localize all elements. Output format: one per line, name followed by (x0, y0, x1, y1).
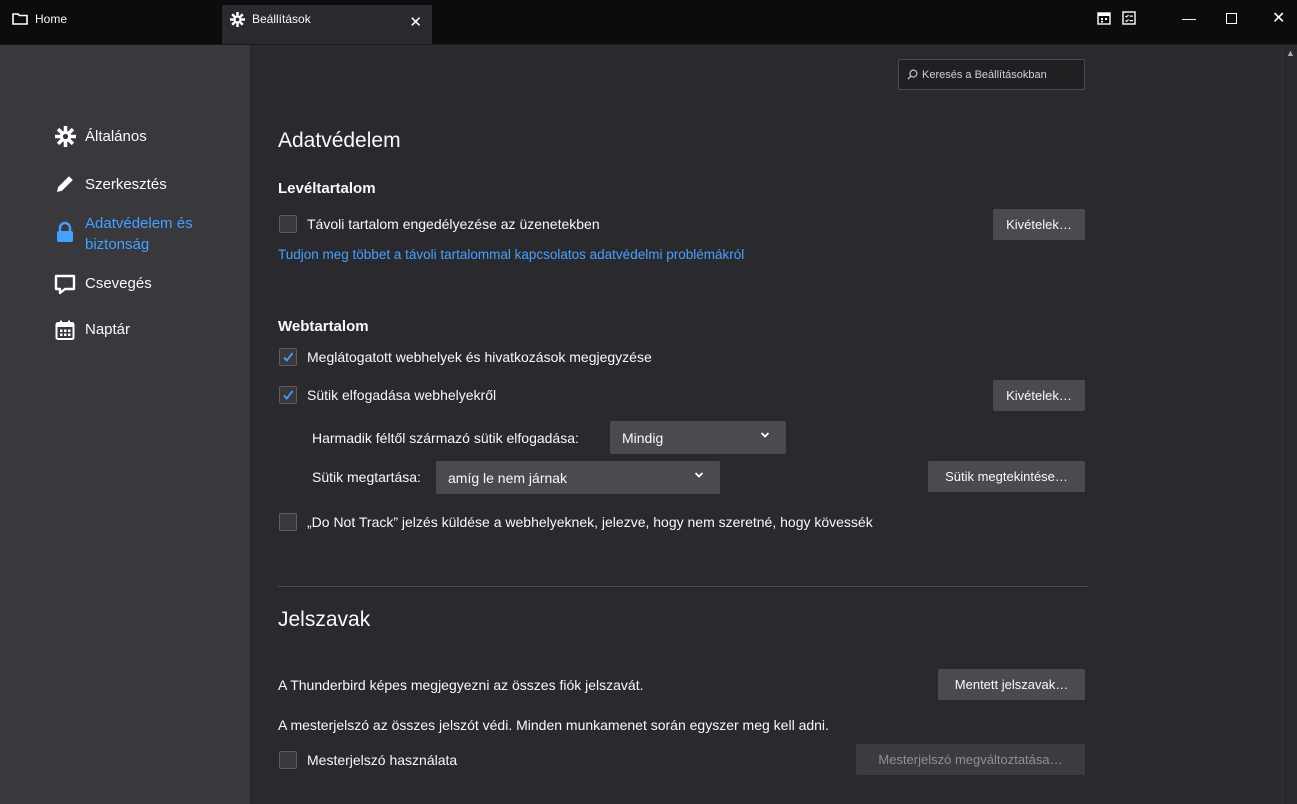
chat-icon (54, 273, 76, 295)
accept-cookies-checkbox[interactable] (279, 386, 297, 404)
calendar-toolbar-icon[interactable] (1097, 11, 1111, 25)
accept-cookies-row[interactable]: Sütik elfogadása webhelyekről (279, 386, 496, 404)
gear-icon (230, 12, 245, 27)
remote-content-label: Távoli tartalom engedélyezése az üzenete… (307, 216, 600, 232)
cookie-exceptions-button[interactable]: Kivételek… (993, 380, 1085, 411)
remote-content-checkbox[interactable] (279, 215, 297, 233)
window-close-button[interactable]: ✕ (1272, 8, 1285, 28)
tab-settings[interactable]: Beállítások ✕ (222, 5, 432, 44)
sidebar-item-privacy[interactable]: Adatvédelem és biztonság (54, 213, 205, 255)
saved-passwords-button[interactable]: Mentett jelszavak… (938, 669, 1085, 700)
web-content-heading: Webtartalom (278, 318, 369, 335)
pencil-icon (54, 173, 76, 195)
dnt-row[interactable]: „Do Not Track” jelzés küldése a webhelye… (279, 513, 873, 531)
remember-visited-label: Meglátogatott webhelyek és hivatkozások … (307, 349, 652, 365)
sidebar-item-label: Adatvédelem és biztonság (85, 215, 193, 253)
remote-content-row[interactable]: Távoli tartalom engedélyezése az üzenete… (279, 215, 600, 233)
privacy-title: Adatvédelem (278, 129, 401, 152)
third-party-select[interactable]: Mindig (610, 421, 786, 454)
sidebar-item-label: Naptár (85, 321, 131, 338)
sidebar-item-chat[interactable]: Csevegés (54, 273, 152, 295)
learn-more-link[interactable]: Tudjon meg többet a távoli tartalommal k… (278, 247, 744, 262)
dnt-label: „Do Not Track” jelzés küldése a webhelye… (307, 514, 873, 530)
keep-cookies-select[interactable]: amíg le nem járnak (436, 461, 720, 494)
remember-visited-row[interactable]: Meglátogatott webhelyek és hivatkozások … (279, 348, 652, 366)
remember-visited-checkbox[interactable] (279, 348, 297, 366)
chevron-down-icon (760, 430, 770, 442)
sidebar-item-general[interactable]: Általános (54, 125, 147, 147)
sidebar-item-label: Általános (85, 128, 147, 145)
section-divider (278, 586, 1089, 587)
master-password-text: A mesterjelszó az összes jelszót védi. M… (278, 717, 829, 733)
scroll-up-icon[interactable]: ▲ (1286, 48, 1295, 58)
search-icon (907, 69, 918, 80)
folder-icon (12, 12, 28, 25)
remember-passwords-text: A Thunderbird képes megjegyezni az össze… (278, 677, 644, 693)
use-master-checkbox[interactable] (279, 751, 297, 769)
show-cookies-button[interactable]: Sütik megtekintése… (928, 461, 1085, 492)
sidebar-item-label: Szerkesztés (85, 176, 167, 193)
checkmark-icon (283, 390, 294, 400)
tab-settings-label: Beállítások (252, 12, 311, 26)
dnt-checkbox[interactable] (279, 513, 297, 531)
sidebar (0, 45, 250, 804)
tasks-icon[interactable] (1122, 11, 1136, 25)
remote-exceptions-button[interactable]: Kivételek… (993, 209, 1085, 240)
mail-content-heading: Levéltartalom (278, 180, 376, 197)
third-party-value: Mindig (622, 429, 664, 446)
gear-icon (54, 125, 76, 147)
calendar-icon (54, 319, 76, 341)
keep-cookies-label: Sütik megtartása: (312, 469, 421, 485)
third-party-label: Harmadik féltől származó sütik elfogadás… (312, 430, 579, 446)
maximize-button[interactable] (1226, 11, 1237, 27)
accept-cookies-label: Sütik elfogadása webhelyekről (307, 387, 497, 403)
sidebar-item-composition[interactable]: Szerkesztés (54, 173, 167, 195)
passwords-title: Jelszavak (278, 608, 371, 631)
search-placeholder: Keresés a Beállításokban (922, 68, 1047, 81)
search-input[interactable]: Keresés a Beállításokban (898, 59, 1085, 90)
lock-icon (54, 221, 76, 243)
sidebar-item-calendar[interactable]: Naptár (54, 319, 130, 341)
tab-home-label: Home (35, 12, 68, 26)
minimize-button[interactable]: — (1182, 10, 1196, 26)
use-master-row[interactable]: Mesterjelszó használata (279, 751, 457, 769)
checkmark-icon (283, 352, 294, 362)
maximize-icon (1226, 13, 1237, 24)
chevron-down-icon (694, 470, 704, 482)
change-master-button[interactable]: Mesterjelszó megváltoztatása… (856, 744, 1085, 775)
tab-home[interactable]: Home (12, 5, 212, 44)
tab-bar: Home Beállítások ✕ — ✕ (0, 0, 1297, 44)
scrollbar[interactable] (1282, 45, 1297, 804)
sidebar-item-label: Csevegés (85, 275, 152, 292)
use-master-label: Mesterjelszó használata (307, 752, 458, 768)
keep-cookies-value: amíg le nem járnak (448, 469, 568, 486)
close-tab-icon[interactable]: ✕ (409, 13, 422, 31)
